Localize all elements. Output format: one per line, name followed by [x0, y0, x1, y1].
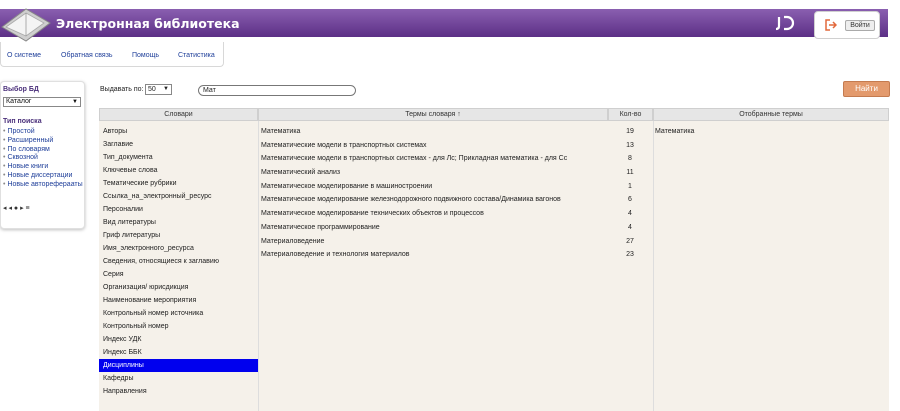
dictionary-item[interactable]: Гриф литературы: [99, 229, 258, 242]
per-page-value: 50: [148, 86, 156, 93]
dictionary-table: Словари Термы словаря ↑ Кол-во Отобранны…: [99, 108, 889, 411]
per-page-select[interactable]: 50 ▼: [145, 84, 172, 95]
term-text: Математическое программирование: [261, 223, 380, 231]
header-terms[interactable]: Термы словаря ↑: [258, 108, 608, 121]
search-type-title: Тип поиска: [3, 118, 42, 125]
term-count: 4: [628, 223, 632, 231]
dictionary-item[interactable]: Сведения, относящиеся к заглавию: [99, 255, 258, 268]
menu-statistics[interactable]: Статистика: [178, 52, 215, 59]
selected-term[interactable]: Математика: [655, 125, 694, 138]
term-text: Математическое моделирование железнодоро…: [261, 196, 561, 204]
dictionary-item[interactable]: Контрольный номер: [99, 320, 258, 333]
dictionary-list: Авторы Заглавие Тип_документа Ключевые слов…: [99, 125, 258, 398]
term-text: Математические модели в транспортных сис…: [261, 141, 427, 149]
sidebar: Выбор БД Каталог ▼ Тип поиска • Простой •…: [0, 81, 85, 229]
dictionary-item[interactable]: Серия: [99, 268, 258, 281]
term-row[interactable]: Математический анализ 11: [258, 166, 728, 180]
dictionary-item[interactable]: Имя_электронного_ресурса: [99, 242, 258, 255]
dictionary-item[interactable]: Тип_документа: [99, 151, 258, 164]
dictionary-item[interactable]: Контрольный номер источника: [99, 307, 258, 320]
login-icon: [825, 19, 837, 31]
dictionary-item[interactable]: Организация/ юрисдикция: [99, 281, 258, 294]
login-button[interactable]: Войти: [845, 20, 875, 31]
term-count: 27: [626, 237, 634, 245]
search-input[interactable]: Мат: [198, 85, 356, 96]
term-text: Математический анализ: [261, 169, 341, 177]
sidebar-nav-controls[interactable]: ◂ ◂ ● ▸ ≡: [3, 204, 30, 212]
search-type-simple[interactable]: • Простой: [3, 128, 83, 137]
header-dictionaries[interactable]: Словари: [99, 108, 258, 121]
brand-logo-icon: [776, 15, 795, 31]
find-button[interactable]: Найти: [843, 81, 890, 97]
dictionary-item[interactable]: Индекс УДК: [99, 333, 258, 346]
term-text: Математические модели в транспортных сис…: [261, 155, 568, 163]
dictionary-item[interactable]: Индекс ББК: [99, 346, 258, 359]
book-logo-icon: [1, 8, 51, 42]
search-type-list: • Простой • Расширенный • По словарям • Скво…: [3, 128, 83, 190]
dictionary-item[interactable]: Ключевые слова: [99, 164, 258, 177]
db-select-value: Каталог: [6, 98, 32, 105]
dictionary-item[interactable]: Тематические рубрики: [99, 177, 258, 190]
term-count: 19: [626, 128, 634, 135]
selected-terms-list: Математика: [655, 125, 694, 138]
chevron-down-icon: ▼: [163, 86, 169, 92]
header-selected-terms[interactable]: Отобранные термы: [653, 108, 889, 121]
term-count: 13: [626, 141, 634, 149]
search-type-new-abstracts[interactable]: • Новые автореферааты: [3, 181, 83, 190]
term-row[interactable]: Материаловедение и технология материалов…: [258, 248, 728, 262]
search-type-advanced[interactable]: • Расширенный: [3, 137, 83, 146]
dictionary-item[interactable]: Наименование мероприятия: [99, 294, 258, 307]
term-count: 23: [626, 251, 634, 259]
term-row[interactable]: Математические модели в транспортных сис…: [258, 139, 728, 153]
dictionary-item[interactable]: Вид литературы: [99, 216, 258, 229]
per-page-label: Выдавать по:: [100, 86, 144, 93]
term-text: Математическое моделирование в машиностр…: [261, 182, 433, 190]
search-type-new-dissertations[interactable]: • Новые диссертации: [3, 172, 83, 181]
terms-list: Математика 19 Математические модели в тран…: [258, 125, 728, 262]
term-row[interactable]: Математическое программирование 4: [258, 221, 728, 235]
top-menu: О системе Обратная связь Помощь Статисти…: [0, 42, 224, 67]
term-row[interactable]: Материаловедение 27: [258, 235, 728, 249]
dictionary-item[interactable]: Направления: [99, 385, 258, 398]
term-text: Материаловедение и технология материалов: [261, 251, 410, 259]
dictionary-item[interactable]: Ссылка_на_электронный_ресурс: [99, 190, 258, 203]
menu-about[interactable]: О системе: [7, 52, 41, 59]
app-title: Электронная библиотека: [56, 16, 240, 31]
term-row[interactable]: Математическое моделирование технических…: [258, 207, 728, 221]
db-select-title: Выбор БД: [3, 86, 39, 93]
term-count: 8: [628, 155, 632, 163]
search-type-new-books[interactable]: • Новые книги: [3, 163, 83, 172]
term-text: Математика: [261, 128, 301, 135]
term-text: Математическое моделирование технических…: [261, 210, 484, 218]
term-row[interactable]: Математические модели в транспортных сис…: [258, 152, 728, 166]
search-type-crosscut[interactable]: • Сквозной: [3, 154, 83, 163]
term-count: 11: [626, 169, 634, 177]
dictionary-item[interactable]: Персоналии: [99, 203, 258, 216]
dictionary-item[interactable]: Заглавие: [99, 138, 258, 151]
chevron-down-icon: ▼: [72, 99, 78, 105]
login-panel: Войти: [814, 11, 880, 39]
db-select[interactable]: Каталог ▼: [3, 97, 81, 107]
dictionary-item[interactable]: Кафедры: [99, 372, 258, 385]
term-count: 1: [628, 182, 632, 190]
header-count[interactable]: Кол-во: [608, 108, 653, 121]
term-text: Материаловедение: [261, 237, 325, 245]
term-row[interactable]: Математическое моделирование в машиностр…: [258, 180, 728, 194]
dictionary-item[interactable]: Авторы: [99, 125, 258, 138]
menu-feedback[interactable]: Обратная связь: [61, 52, 113, 59]
term-count: 4: [628, 210, 632, 218]
term-count: 6: [628, 196, 632, 204]
dictionary-item[interactable]: Дисциплины: [99, 359, 258, 372]
menu-help[interactable]: Помощь: [132, 52, 159, 59]
term-row[interactable]: Математическое моделирование железнодоро…: [258, 193, 728, 207]
